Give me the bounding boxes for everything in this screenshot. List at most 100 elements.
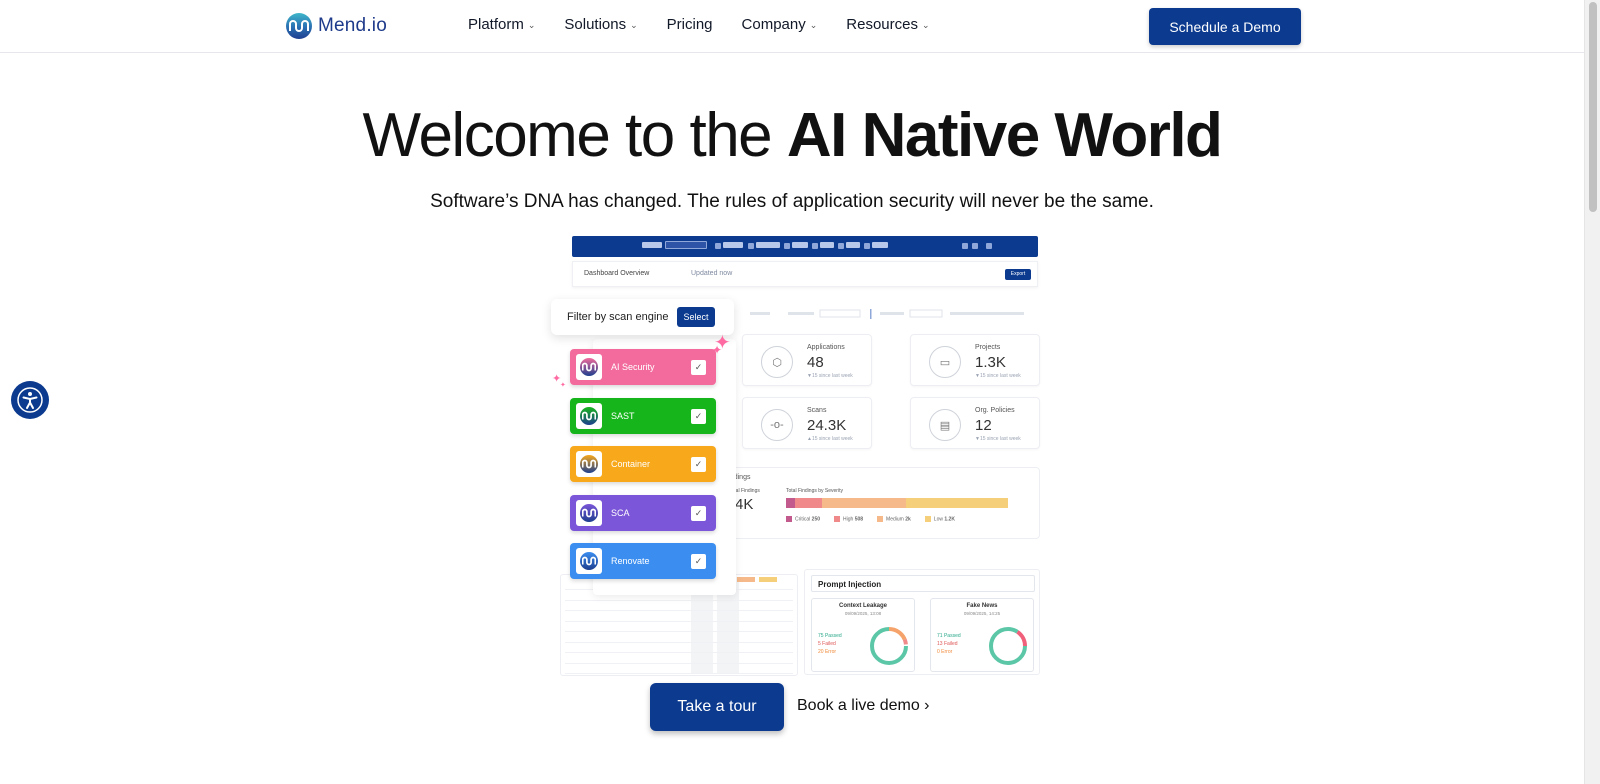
engine-option-container[interactable]: Container ✓ xyxy=(570,446,716,482)
stat-value: 48 xyxy=(807,354,824,371)
stat-label: Projects xyxy=(975,344,1001,351)
engine-label: SCA xyxy=(611,508,630,518)
error-count: 20 xyxy=(818,649,824,655)
table-row xyxy=(565,641,793,643)
checkbox-checked-icon[interactable]: ✓ xyxy=(691,409,706,424)
filter-row xyxy=(750,309,1040,319)
nav-platform[interactable]: Platform ⌄ xyxy=(468,16,535,33)
table-row xyxy=(565,599,793,601)
stat-change: ▼15 since last week xyxy=(975,436,1021,442)
nav-label: Company xyxy=(741,16,806,33)
error-label: Error xyxy=(824,649,837,655)
nav-label: Solutions xyxy=(564,16,627,33)
engine-option-ai-security[interactable]: AI Security ✓ xyxy=(570,349,716,385)
engine-option-sca[interactable]: SCA ✓ xyxy=(570,495,716,531)
nav-label: Resources xyxy=(846,16,918,33)
stat-change: ▲15 since last week xyxy=(807,436,853,442)
table-row xyxy=(565,620,793,622)
chevron-down-icon: ⌄ xyxy=(921,20,930,30)
findings-severity-label: Total Findings by Severity xyxy=(786,488,843,494)
hero-subtitle: Software’s DNA has changed. The rules of… xyxy=(430,191,1154,212)
take-tour-button[interactable]: Take a tour xyxy=(650,683,784,731)
logo-text: Mend.io xyxy=(318,15,387,36)
card-date: 09/09/2025, 13:08 xyxy=(844,611,882,616)
chevron-down-icon: ⌄ xyxy=(527,20,536,30)
stat-value: 24.3K xyxy=(807,417,847,434)
passed-count: 75 xyxy=(818,633,824,639)
nav-label: Pricing xyxy=(666,16,713,33)
stat-label: Applications xyxy=(807,344,845,351)
select-button[interactable]: Select xyxy=(677,307,715,327)
card-date: 09/09/2025, 14:25 xyxy=(963,611,1001,616)
commit-icon: -o- xyxy=(761,409,793,441)
nav-pricing[interactable]: Pricing xyxy=(667,16,713,33)
nav-label: Platform xyxy=(468,16,524,33)
card-title: Context Leakage xyxy=(838,603,887,609)
failed-count: 13 xyxy=(937,641,943,647)
book-live-demo-link[interactable]: Book a live demo › xyxy=(797,697,930,715)
accessibility-button[interactable] xyxy=(11,381,49,419)
cube-icon: ⬡ xyxy=(761,346,793,378)
failed-row: 5 Failed xyxy=(818,641,836,647)
error-row: 20 Error xyxy=(818,649,836,655)
updated-status: Updated now xyxy=(691,270,733,277)
passed-label: Passed xyxy=(943,633,961,639)
scrollbar[interactable] xyxy=(1584,0,1600,784)
nav-solutions[interactable]: Solutions ⌄ xyxy=(564,16,637,33)
filter-scan-engine-card: Filter by scan engine Select xyxy=(551,299,734,335)
passed-count: 71 xyxy=(937,633,943,639)
severity-segment-low xyxy=(905,498,1008,508)
severity-segment-medium xyxy=(821,498,906,508)
nav-resources[interactable]: Resources ⌄ xyxy=(846,16,929,33)
sparkle-icon: ✦ xyxy=(712,343,723,357)
failed-label: Failed xyxy=(943,641,958,647)
filter-label: Filter by scan engine xyxy=(567,311,669,323)
checkbox-checked-icon[interactable]: ✓ xyxy=(691,457,706,472)
passed-label: Passed xyxy=(824,633,842,639)
stat-value: 12 xyxy=(975,417,992,434)
hero-title: Welcome to the AI Native World xyxy=(0,100,1584,171)
schedule-demo-button[interactable]: Schedule a Demo xyxy=(1149,8,1301,45)
clipboard-icon: ▤ xyxy=(929,409,961,441)
scrollbar-thumb[interactable] xyxy=(1589,2,1597,212)
dashboard-title: Dashboard Overview xyxy=(584,270,650,277)
findings-card: Findings Total Findings 4K Total Finding… xyxy=(720,467,1040,539)
mend-logo-icon xyxy=(286,13,312,39)
passed-row: 75 Passed xyxy=(818,633,842,639)
hero-title-light: Welcome to the xyxy=(362,101,787,170)
hero-title-bold: AI Native World xyxy=(786,101,1223,170)
engine-option-sast[interactable]: SAST ✓ xyxy=(570,398,716,434)
severity-legend: Critical 250 High 508 Medium 2k Low 1.2K xyxy=(786,516,955,522)
error-label: Error xyxy=(941,649,953,655)
mend-logo-icon xyxy=(576,451,602,477)
chevron-down-icon: ⌄ xyxy=(630,20,638,30)
failed-row: 13 Failed xyxy=(937,641,958,647)
stat-value: 1.3K xyxy=(975,354,1006,371)
dashboard-overview-bar: Dashboard Overview Updated now Export xyxy=(572,261,1038,287)
donut-chart xyxy=(870,627,908,665)
failed-label: Failed xyxy=(822,641,836,647)
folder-icon: ▭ xyxy=(929,346,961,378)
fake-news-card: Fake News 09/09/2025, 14:25 71 Passed 13… xyxy=(930,598,1034,672)
card-title: Fake News xyxy=(966,603,998,609)
export-button[interactable]: Export xyxy=(1005,269,1031,280)
table-row xyxy=(565,631,793,632)
checkbox-checked-icon[interactable]: ✓ xyxy=(691,360,706,375)
engine-label: Container xyxy=(611,459,651,469)
stat-change: ▼15 since last week xyxy=(807,373,853,379)
findings-total-value: 4K xyxy=(735,496,754,513)
severity-segment-critical xyxy=(786,498,795,508)
chevron-down-icon: ⌄ xyxy=(809,20,818,30)
nav-company[interactable]: Company ⌄ xyxy=(742,16,818,33)
donut-chart xyxy=(989,627,1027,665)
engine-option-renovate[interactable]: Renovate ✓ xyxy=(570,543,716,579)
prompt-injection-title: Prompt Injection xyxy=(811,575,1035,592)
stat-change: ▼15 since last week xyxy=(975,373,1021,379)
mend-logo-icon xyxy=(576,403,602,429)
checkbox-checked-icon[interactable]: ✓ xyxy=(691,506,706,521)
table-row xyxy=(565,652,793,653)
accessibility-icon xyxy=(17,387,43,413)
checkbox-checked-icon[interactable]: ✓ xyxy=(691,554,706,569)
logo[interactable]: Mend.io xyxy=(286,13,387,39)
site-header: Mend.io Platform ⌄ Solutions ⌄ Pricing Com… xyxy=(0,0,1584,53)
